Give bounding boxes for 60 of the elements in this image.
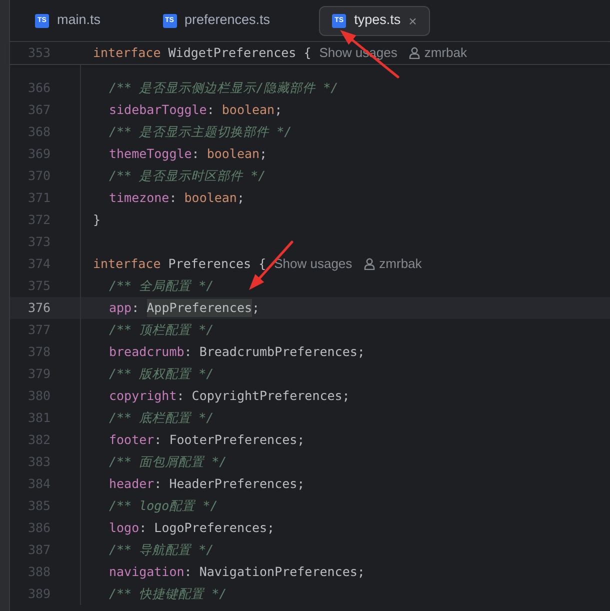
tab-label: types.ts [354,11,401,30]
code-token: sidebarToggle [109,100,207,119]
code-token: : [176,386,186,405]
close-icon[interactable]: × [408,14,417,28]
author-name: zmrbak [424,44,467,62]
code-comment: /** 顶栏配置 */ [109,320,214,339]
code-token: FooterPreferences; [169,430,305,449]
code-token: themeToggle [109,144,192,163]
code-token: AppPreferences [146,298,252,318]
code-token: WidgetPreferences { [168,44,312,62]
code-token: timezone [109,188,170,207]
code-token: : [154,430,163,449]
line-number: 376 [27,298,52,317]
code-comment: /** 快捷键配置 */ [109,584,227,603]
show-usages-link[interactable]: Show usages [274,254,352,274]
code-token: NavigationPreferences; [199,562,365,581]
code-token: HeaderPreferences; [169,474,305,493]
code-token: : [184,562,193,581]
code-token: copyright [109,386,177,405]
code-token: : [206,100,216,119]
code-comment: /** 是否显示主题切换部件 */ [109,122,292,141]
code-token: interface [93,254,162,273]
author-name: zmrbak [379,255,422,274]
code-comment: /** 是否显示时区部件 */ [109,166,266,185]
code-token: } [93,210,101,229]
code-token: header [109,474,154,493]
code-token: : [192,144,200,163]
code-token: : [132,298,140,317]
code-token: BreadcrumbPreferences; [199,342,365,361]
code-token: footer [109,430,154,449]
code-token: LogoPreferences; [154,518,275,537]
code-token: : [169,188,178,207]
code-comment: /** 版权配置 */ [109,364,214,383]
code-comment: /** 面包屑配置 */ [109,452,227,471]
code-token: breadcrumb [109,342,184,361]
user-icon [364,258,376,270]
tab-label: preferences.ts [184,11,270,30]
code-comment: /** 导航配置 */ [109,540,214,559]
code-token: interface [93,44,162,62]
code-token: boolean [206,144,260,163]
code-token: app [109,298,132,317]
user-icon [409,47,420,59]
code-token: ; [274,100,282,119]
code-token: : [154,474,163,493]
code-token: ; [236,188,244,207]
code-comment: /** 是否显示侧边栏显示/隐藏部件 */ [109,78,338,97]
tab-label: main.ts [57,11,101,30]
code-token: ; [252,298,260,317]
code-token: : [139,518,148,537]
code-comment: /** 全局配置 */ [109,276,214,295]
code-token: ; [260,144,268,163]
code-token: : [184,342,193,361]
code-token: CopyrightPreferences; [192,386,350,405]
code-token: navigation [109,562,184,581]
code-comment: /** 底栏配置 */ [109,408,214,427]
code-comment: /** logo配置 */ [109,496,218,515]
code-token: Preferences { [168,254,266,273]
code-token: logo [109,518,140,537]
code-token: boolean [184,188,237,207]
code-token: boolean [222,100,275,119]
